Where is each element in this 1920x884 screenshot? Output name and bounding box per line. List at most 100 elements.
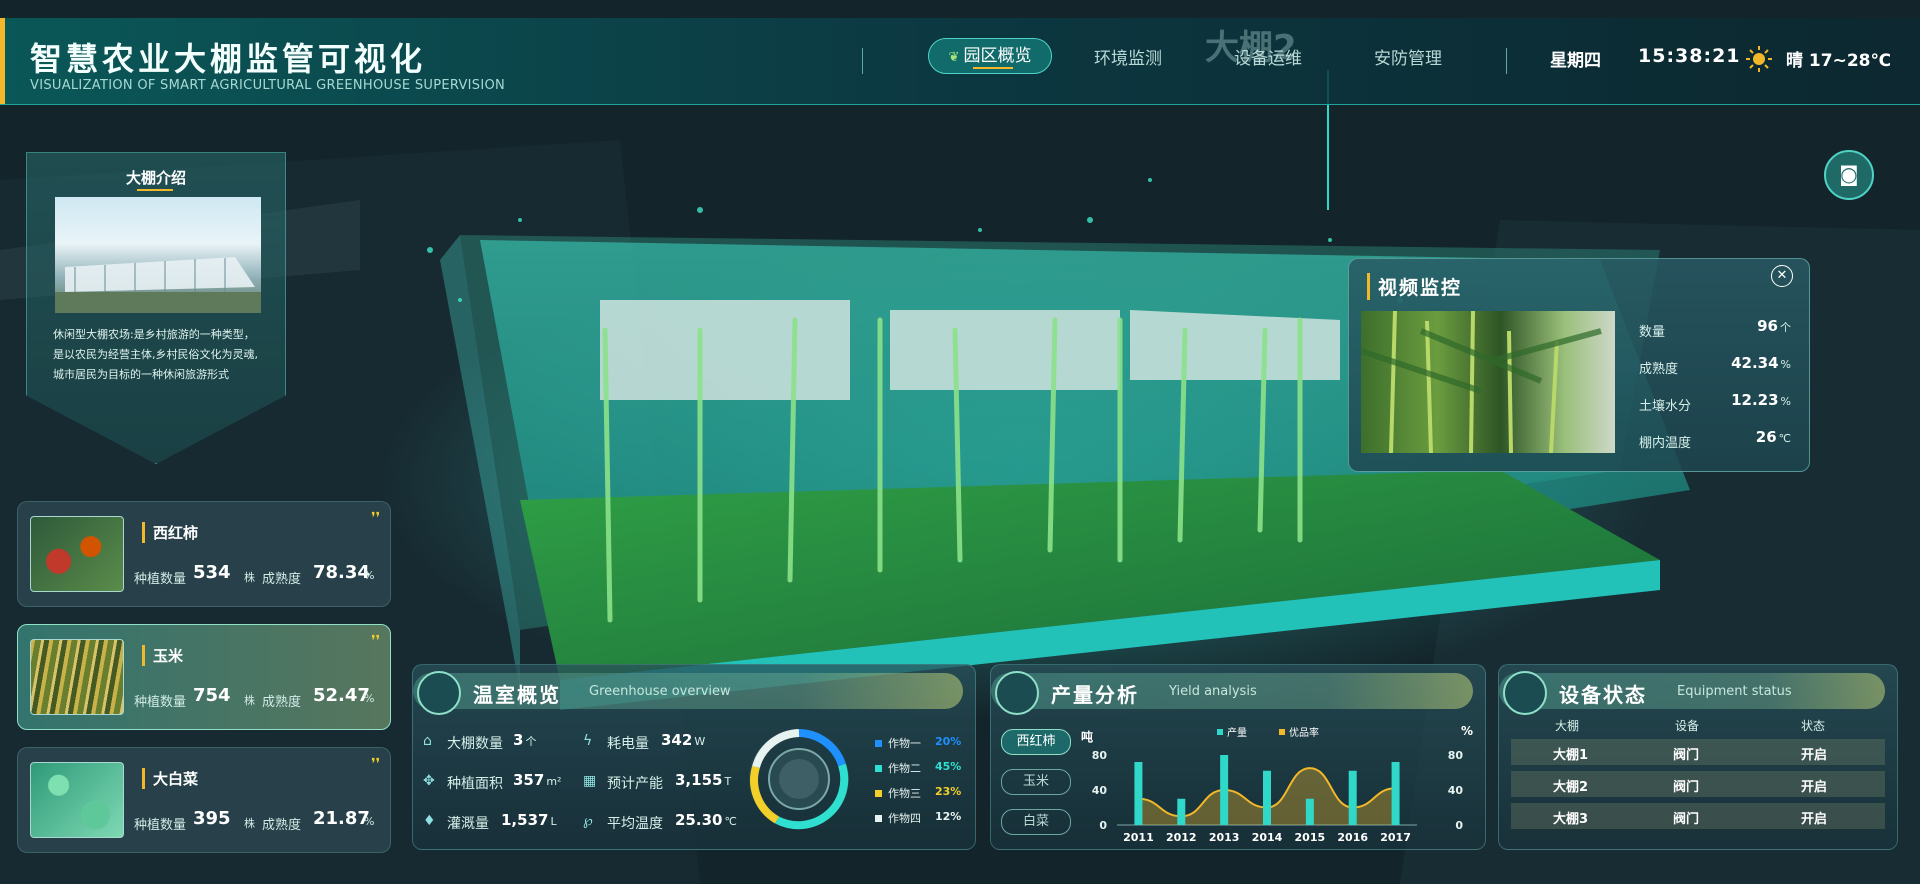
page-title: 智慧农业大棚监管可视化 — [30, 40, 427, 78]
intro-title: 大棚介绍 — [125, 169, 186, 187]
table-row[interactable]: 大棚1 阀门 开启 — [1511, 739, 1885, 765]
corn-thumbnail — [30, 639, 124, 715]
tab-corn[interactable]: 玉米 — [1001, 769, 1071, 795]
camera-icon: ◙ — [1839, 162, 1859, 186]
crop-ratio-donut — [749, 729, 849, 830]
stat-label: 种植面积 — [447, 776, 503, 792]
close-icon: ✕ — [1776, 268, 1788, 283]
y-tick-label-right: 0 — [1455, 819, 1463, 832]
y-axis-left-label: 吨 — [1081, 729, 1093, 744]
wave-icon: ❜❜ — [370, 756, 380, 772]
x-tick-label: 2014 — [1252, 831, 1283, 844]
bar-2017 — [1391, 762, 1400, 825]
legend-item: 作物二 45% — [875, 760, 961, 776]
camera-button[interactable]: ◙ — [1824, 150, 1874, 200]
crop-card-tomato[interactable]: 西红柿 ❜❜ 种植数量 534 株 成熟度 78.34 % — [17, 501, 391, 607]
panel-subtitle: Yield analysis — [1169, 684, 1257, 699]
tab-tomato[interactable]: 西红柿 — [1001, 729, 1071, 755]
video-title: 视频监控 — [1367, 273, 1462, 300]
video-soil-label: 土壤水分 — [1639, 399, 1692, 414]
stat-value: 342 W — [661, 731, 706, 749]
bar-2014 — [1263, 770, 1271, 825]
legend-label: 优品率 — [1289, 726, 1319, 739]
y-tick-label-right: 40 — [1448, 784, 1464, 797]
count-unit: 株 — [244, 571, 255, 584]
intro-title-underline — [137, 189, 173, 191]
video-temp-value: 26 ℃ — [1755, 428, 1791, 446]
column-header: 设备 — [1675, 719, 1700, 733]
x-tick-label: 2012 — [1166, 831, 1197, 844]
crop-name: 玉米 — [142, 645, 183, 666]
table-row[interactable]: 大棚3 阀门 开启 — [1511, 803, 1885, 829]
panel-title-bar: 设备状态 Equipment status — [1499, 671, 1885, 715]
ripeness-unit: % — [364, 692, 375, 705]
close-button[interactable]: ✕ — [1771, 265, 1793, 287]
x-tick-label: 2016 — [1337, 831, 1368, 844]
house-icon: ⌂ — [423, 733, 432, 749]
bar-2011 — [1134, 762, 1143, 825]
crop-name: 西红柿 — [142, 522, 198, 543]
panel-title: 温室概览 — [473, 683, 561, 707]
stat-value: 1,537 L — [501, 811, 557, 829]
sun-icon — [1746, 46, 1772, 72]
ripeness-label: 成熟度 — [262, 818, 302, 833]
nav-security[interactable]: 安防管理 — [1374, 42, 1442, 76]
nav-environment[interactable]: 环境监测 — [1094, 42, 1162, 76]
count-unit: 株 — [244, 694, 255, 707]
video-monitor-panel: 视频监控 ✕ 数量 96 个 成熟度 42.34% 土壤水分 12.23% 棚内温… — [1348, 258, 1810, 472]
ripeness-unit: % — [364, 569, 375, 582]
stat-value: 25.30 ℃ — [675, 811, 737, 829]
water-drop-icon: ♦ — [423, 813, 436, 829]
ripeness-value: 21.87 — [313, 808, 370, 829]
panel-subtitle: Equipment status — [1677, 684, 1792, 699]
crop-card-cabbage[interactable]: 大白菜 ❜❜ 种植数量 395 株 成熟度 21.87 % — [17, 747, 391, 853]
nav-overview[interactable]: ❦ 园区概览 — [928, 38, 1052, 74]
ripeness-value: 52.47 — [313, 685, 370, 706]
stat-label: 耗电量 — [607, 736, 649, 752]
yield-chart: 吨 % 0 0 40 40 80 80 产量 优品率 2011 2012 2013 2014 2015 201… — [1081, 725, 1473, 844]
legend-item: 作物一 20% — [875, 735, 961, 751]
nav-divider — [862, 48, 863, 74]
nav-device-ops[interactable]: 设备运维 — [1234, 42, 1302, 76]
x-tick-label: 2015 — [1295, 831, 1326, 844]
crop-card-corn[interactable]: 玉米 ❜❜ 种植数量 754 株 成熟度 52.47 % — [17, 624, 391, 730]
wave-icon: ❜❜ — [370, 510, 380, 526]
count-label: 种植数量 — [134, 818, 187, 833]
panel-title-bar: 产量分析 Yield analysis — [991, 671, 1473, 715]
count-value: 395 — [193, 808, 231, 829]
output-icon: ▦ — [583, 773, 597, 789]
bar-2015 — [1305, 798, 1314, 825]
column-header: 大棚 — [1555, 719, 1580, 733]
legend-swatch — [1217, 729, 1223, 735]
leaf-icon — [1503, 671, 1547, 715]
clock: 15:38:21 — [1638, 45, 1741, 67]
ripeness-label: 成熟度 — [262, 572, 302, 587]
video-soil-value: 12.23% — [1731, 391, 1791, 409]
yield-analysis-panel: 产量分析 Yield analysis 西红柿 玉米 白菜 吨% 0 0 40 40 80… — [990, 664, 1486, 850]
tomato-thumbnail — [30, 516, 124, 592]
stat-value: 357 m² — [513, 771, 562, 789]
column-header: 状态 — [1801, 719, 1826, 733]
greenhouse-overview-panel: 温室概览 Greenhouse overview ⌂ 大棚数量 3个 ϟ 耗电量… — [412, 664, 976, 850]
intro-description: 休闲型大棚农场:是乡村旅游的一种类型，是以农民为经营主体,乡村民俗文化为灵魂,城… — [53, 328, 258, 381]
video-temp-label: 棚内温度 — [1639, 436, 1692, 451]
table-row[interactable]: 大棚2 阀门 开启 — [1511, 771, 1885, 797]
stat-label: 平均温度 — [607, 816, 663, 832]
x-tick-label: 2017 — [1380, 831, 1411, 844]
y-tick-label: 0 — [1099, 819, 1107, 832]
stat-label: 灌溉量 — [447, 816, 489, 832]
count-unit: 株 — [244, 817, 255, 830]
ripeness-value: 78.34 — [313, 562, 370, 583]
panel-title: 产量分析 — [1051, 683, 1139, 707]
area-icon: ✥ — [423, 773, 435, 789]
wave-icon: ❜❜ — [370, 633, 380, 649]
tab-cabbage[interactable]: 白菜 — [1001, 809, 1071, 835]
header-divider — [1506, 48, 1507, 74]
legend-label: 产量 — [1227, 726, 1247, 739]
y-tick-label: 40 — [1092, 784, 1108, 797]
ripeness-unit: % — [364, 815, 375, 828]
video-feed[interactable] — [1361, 311, 1615, 453]
weekday: 星期四 — [1550, 51, 1601, 71]
stat-label: 大棚数量 — [447, 736, 503, 752]
count-value: 754 — [193, 685, 231, 706]
